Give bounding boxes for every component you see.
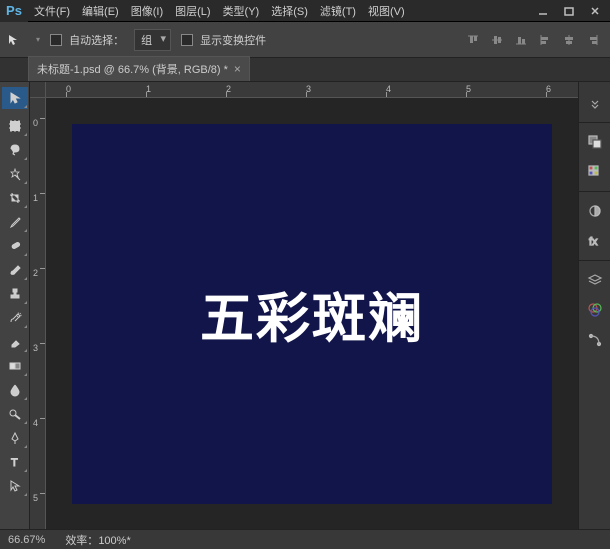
type-tool[interactable]: T [2, 451, 28, 473]
titlebar: Ps 文件(F) 编辑(E) 图像(I) 图层(L) 类型(Y) 选择(S) 滤… [0, 0, 610, 22]
auto-select-checkbox[interactable] [50, 34, 62, 46]
document-tab[interactable]: 未标题-1.psd @ 66.7% (背景, RGB/8) * × [28, 56, 250, 81]
show-transform-group: 显示变换控件 [181, 32, 266, 48]
options-bar: ▾ 自动选择： 组 显示变换控件 [0, 22, 610, 58]
adjustments-panel-icon[interactable] [583, 199, 607, 223]
ruler-horizontal[interactable]: 0123456 [46, 82, 578, 98]
ps-logo: Ps [0, 0, 28, 22]
paths-panel-icon[interactable] [583, 328, 607, 352]
menu-select[interactable]: 选择(S) [265, 0, 314, 22]
align-right-icon[interactable] [582, 29, 604, 51]
crop-tool[interactable] [2, 187, 28, 209]
auto-select-group: 自动选择： [50, 32, 124, 48]
menu-view[interactable]: 视图(V) [362, 0, 411, 22]
document-tabs: 未标题-1.psd @ 66.7% (背景, RGB/8) * × [0, 58, 610, 82]
auto-select-label: 自动选择： [69, 35, 124, 47]
close-button[interactable] [582, 2, 608, 20]
layers-panel-icon[interactable] [583, 268, 607, 292]
stamp-tool[interactable] [2, 283, 28, 305]
path-select-tool[interactable] [2, 475, 28, 497]
eraser-tool[interactable] [2, 331, 28, 353]
close-tab-icon[interactable]: × [234, 62, 241, 76]
channels-panel-icon[interactable] [583, 298, 607, 322]
maximize-button[interactable] [556, 2, 582, 20]
minimize-button[interactable] [530, 2, 556, 20]
status-bar: 66.67% 效率：100%* [0, 529, 610, 549]
zoom-level[interactable]: 66.67% [8, 534, 45, 546]
workspace: T 0123456 012345 五彩斑斓 fx [0, 82, 610, 529]
efficiency[interactable]: 效率：100%* [65, 532, 130, 548]
tools-panel: T [0, 82, 30, 529]
canvas-wrap: 0123456 012345 五彩斑斓 [30, 82, 578, 529]
history-brush-tool[interactable] [2, 307, 28, 329]
menu-image[interactable]: 图像(I) [125, 0, 169, 22]
eyedropper-tool[interactable] [2, 211, 28, 233]
align-bottom-icon[interactable] [510, 29, 532, 51]
marquee-tool[interactable] [2, 115, 28, 137]
canvas-area[interactable]: 五彩斑斓 [46, 98, 578, 529]
styles-panel-icon[interactable]: fx [583, 229, 607, 253]
align-hcenter-icon[interactable] [558, 29, 580, 51]
ruler-vertical[interactable]: 012345 [30, 98, 46, 529]
efficiency-label: 效率： [65, 535, 98, 547]
canvas-text: 五彩斑斓 [200, 274, 424, 353]
gradient-tool[interactable] [2, 355, 28, 377]
dodge-tool[interactable] [2, 403, 28, 425]
pen-tool[interactable] [2, 427, 28, 449]
blur-tool[interactable] [2, 379, 28, 401]
menu-edit[interactable]: 编辑(E) [76, 0, 125, 22]
ruler-corner [30, 82, 46, 98]
align-left-icon[interactable] [534, 29, 556, 51]
menu-filter[interactable]: 滤镜(T) [314, 0, 362, 22]
document-tab-label: 未标题-1.psd @ 66.7% (背景, RGB/8) * [37, 61, 228, 77]
svg-text:fx: fx [589, 236, 598, 248]
show-transform-checkbox[interactable] [181, 34, 193, 46]
brush-tool[interactable] [2, 259, 28, 281]
tool-preset-dropdown[interactable]: ▾ [36, 35, 40, 44]
wand-tool[interactable] [2, 163, 28, 185]
collapsed-panels: fx [578, 82, 610, 529]
move-tool-icon [6, 32, 22, 48]
menu-file[interactable]: 文件(F) [28, 0, 76, 22]
color-panel-icon[interactable] [583, 130, 607, 154]
show-transform-label: 显示变换控件 [200, 35, 266, 47]
swatches-panel-icon[interactable] [583, 160, 607, 184]
menu-type[interactable]: 类型(Y) [217, 0, 266, 22]
canvas[interactable]: 五彩斑斓 [72, 124, 552, 504]
menu-bar: 文件(F) 编辑(E) 图像(I) 图层(L) 类型(Y) 选择(S) 滤镜(T… [28, 0, 530, 22]
window-controls [530, 2, 608, 20]
panel-expand-icon[interactable] [583, 91, 607, 115]
svg-text:T: T [11, 457, 18, 469]
align-group [462, 29, 604, 51]
move-tool[interactable] [2, 87, 28, 109]
align-vcenter-icon[interactable] [486, 29, 508, 51]
heal-tool[interactable] [2, 235, 28, 257]
menu-layer[interactable]: 图层(L) [169, 0, 216, 22]
efficiency-value: 100%* [98, 535, 130, 547]
align-top-icon[interactable] [462, 29, 484, 51]
auto-select-target[interactable]: 组 [134, 29, 171, 51]
lasso-tool[interactable] [2, 139, 28, 161]
